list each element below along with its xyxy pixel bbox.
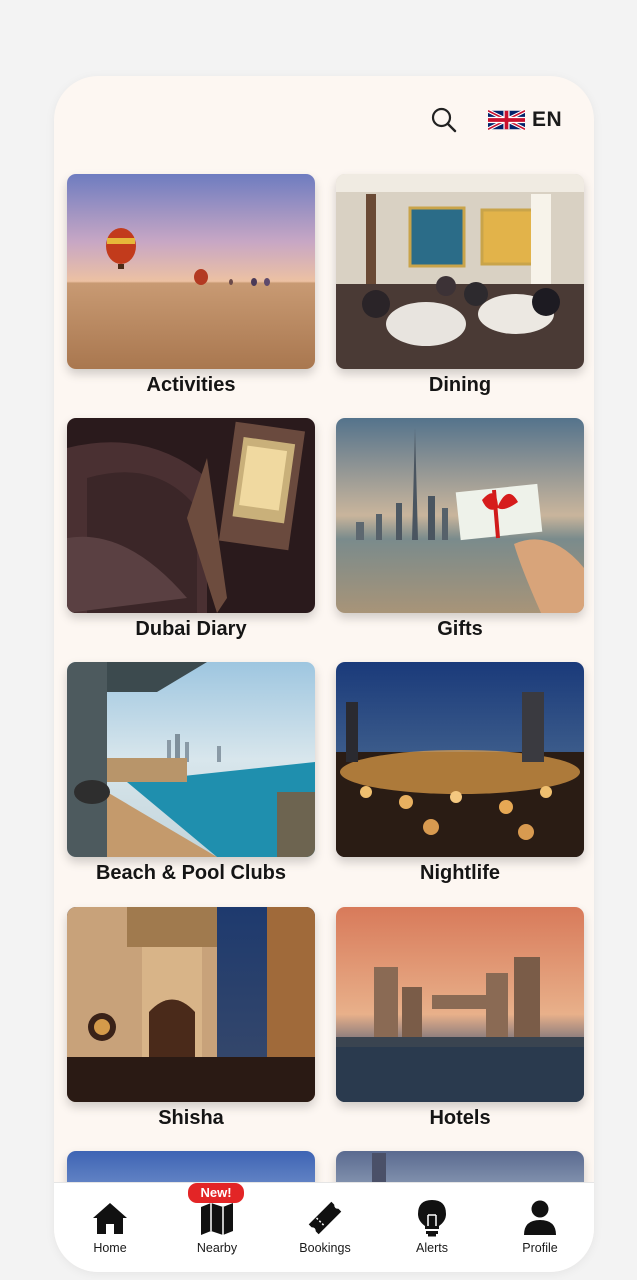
bottom-navigation: New! Home Nearby Bookings Alerts Profile bbox=[54, 1182, 594, 1272]
category-dubai-diary[interactable]: Dubai Diary bbox=[67, 418, 315, 654]
nav-bookings[interactable]: Bookings bbox=[280, 1183, 370, 1272]
category-label: Nightlife bbox=[420, 862, 500, 884]
ticket-icon bbox=[308, 1201, 342, 1235]
language-code: EN bbox=[532, 108, 563, 131]
category-label: Dubai Diary bbox=[135, 618, 247, 640]
category-beach-pool-clubs[interactable]: Beach & Pool Clubs bbox=[67, 662, 315, 898]
category-label: Activities bbox=[146, 374, 236, 396]
language-selector[interactable]: EN bbox=[488, 104, 562, 136]
nav-label: Profile bbox=[522, 1241, 558, 1255]
category-dining[interactable]: Dining bbox=[336, 174, 584, 410]
nav-label: Home bbox=[93, 1241, 127, 1255]
gifts-image bbox=[336, 418, 584, 613]
bulb-icon bbox=[418, 1200, 446, 1237]
hotels-image bbox=[336, 907, 584, 1102]
nightlife-image bbox=[336, 662, 584, 857]
dubai-diary-image bbox=[67, 418, 315, 613]
person-icon bbox=[524, 1200, 556, 1235]
shisha-image bbox=[67, 907, 315, 1102]
category-label: Dining bbox=[428, 374, 492, 396]
category-label: Shisha bbox=[158, 1107, 224, 1129]
nav-profile[interactable]: Profile bbox=[495, 1183, 585, 1272]
home-icon bbox=[93, 1203, 127, 1234]
category-label: Gifts bbox=[437, 618, 483, 640]
category-activities[interactable]: Activities bbox=[67, 174, 315, 410]
nav-label: Nearby bbox=[196, 1241, 238, 1255]
nav-alerts[interactable]: Alerts bbox=[387, 1183, 477, 1272]
category-shisha[interactable]: Shisha bbox=[67, 907, 315, 1143]
activities-image bbox=[67, 174, 315, 369]
beach-pool-clubs-image bbox=[67, 662, 315, 857]
top-bar: EN bbox=[54, 76, 594, 166]
category-label: Beach & Pool Clubs bbox=[95, 862, 287, 884]
nav-label: Bookings bbox=[299, 1241, 351, 1255]
nav-nearby[interactable]: Nearby bbox=[172, 1183, 262, 1272]
map-icon bbox=[201, 1203, 233, 1235]
app-screen: EN Activities Dining Dubai Diary Gifts B… bbox=[54, 76, 594, 1272]
uk-flag-icon bbox=[488, 110, 525, 130]
category-nightlife[interactable]: Nightlife bbox=[336, 662, 584, 898]
category-hotels[interactable]: Hotels bbox=[336, 907, 584, 1143]
category-gifts[interactable]: Gifts bbox=[336, 418, 584, 654]
nav-home[interactable]: Home bbox=[65, 1183, 155, 1272]
nav-label: Alerts bbox=[416, 1241, 448, 1255]
dining-image bbox=[336, 174, 584, 369]
category-label: Hotels bbox=[429, 1107, 491, 1129]
search-icon bbox=[431, 107, 457, 133]
search-button[interactable] bbox=[428, 104, 460, 136]
